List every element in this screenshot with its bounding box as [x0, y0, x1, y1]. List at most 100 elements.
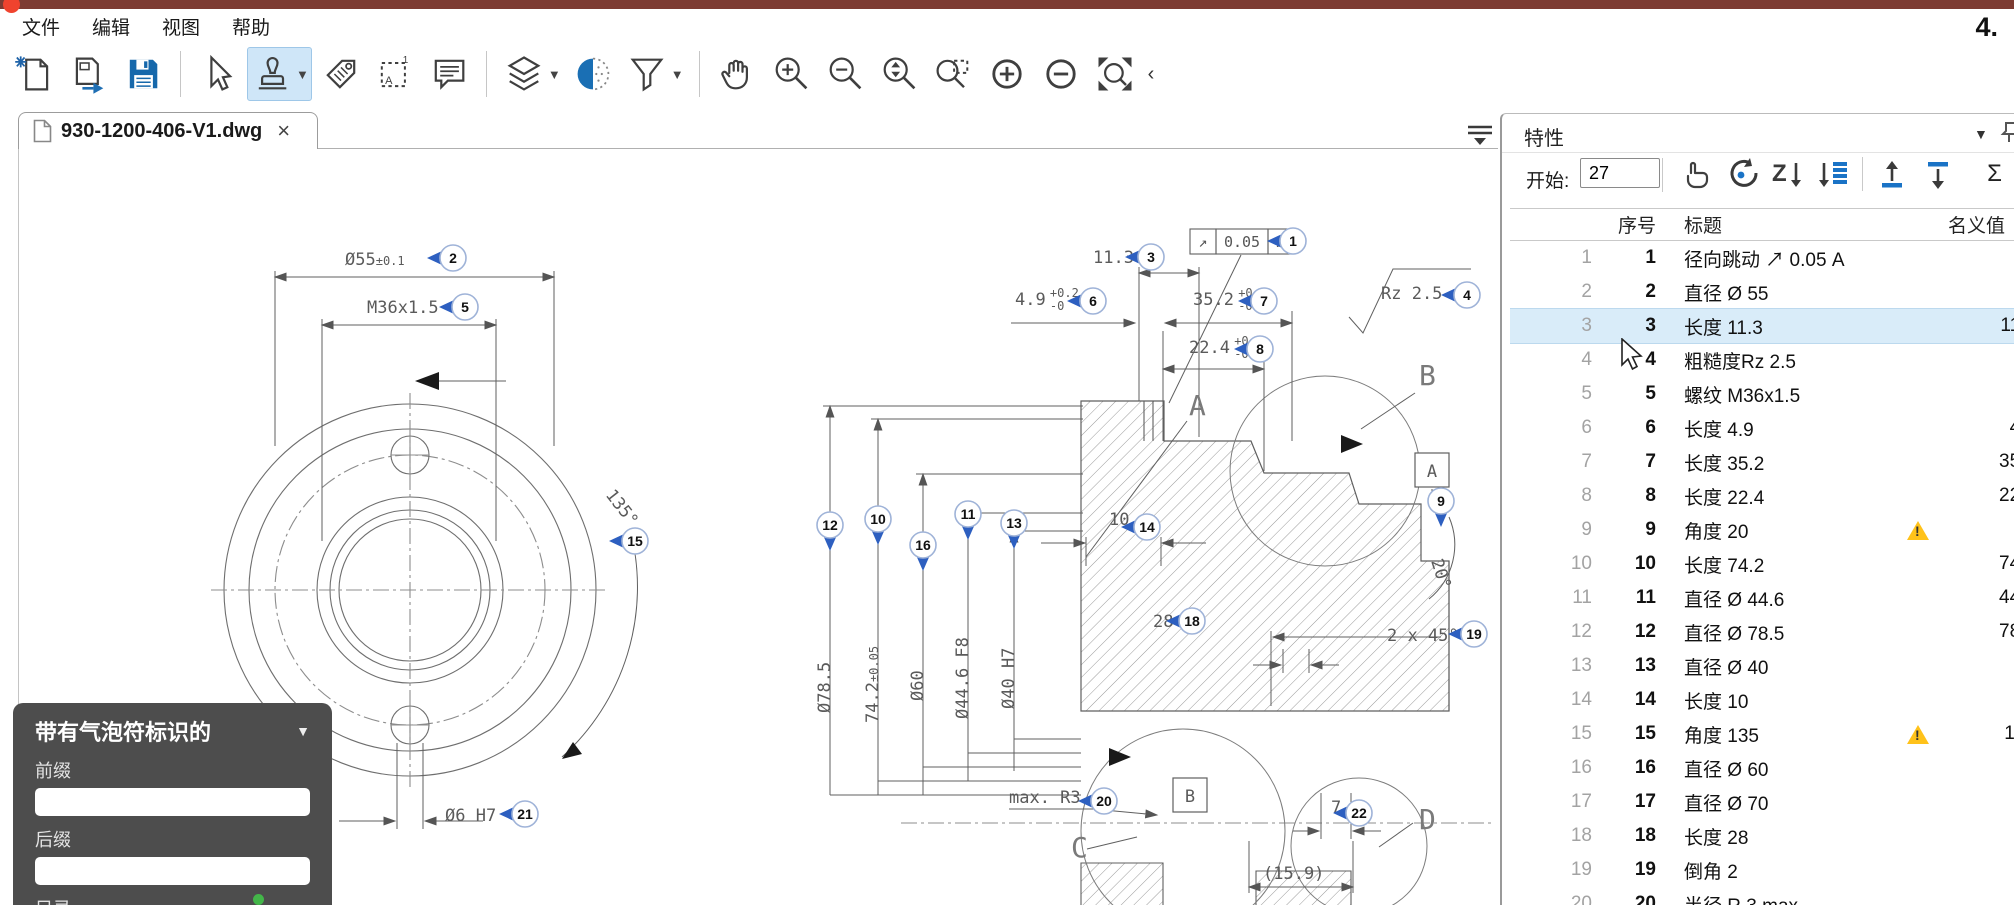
table-row-18[interactable]: 1818长度 2828 — [1510, 819, 2014, 853]
contrast-button[interactable] — [568, 47, 618, 101]
dimension-text[interactable]: Rz 2.5 — [1381, 284, 1442, 304]
dimension-text[interactable]: (15.9) — [1263, 864, 1324, 884]
dimension-text[interactable]: Ø40 H7 — [999, 648, 1019, 709]
dimension-text[interactable]: 2 x 45° — [1387, 626, 1459, 646]
collapse-button[interactable] — [1036, 47, 1086, 101]
zoom-fit-button[interactable] — [1090, 47, 1140, 101]
table-row-2[interactable]: 22直径 Ø 5555 — [1510, 275, 2014, 309]
sum-button[interactable]: Σ — [1987, 160, 2002, 188]
balloon-11[interactable]: 11 — [955, 501, 981, 540]
dimension-text[interactable]: Ø6 H7 — [445, 806, 496, 826]
dimension-text[interactable]: 35.2 — [1193, 290, 1234, 310]
sort-list-tool[interactable] — [1812, 154, 1854, 194]
balloon-16[interactable]: 16 — [910, 532, 936, 571]
dimension-text[interactable]: max. R3 — [1009, 788, 1081, 808]
panel-collapse-icon[interactable]: ▼ — [296, 723, 310, 739]
dimension-text[interactable]: 135° — [601, 486, 642, 531]
balloon-13[interactable]: 13 — [1001, 510, 1027, 549]
datum-label-B[interactable]: B — [1173, 778, 1207, 812]
table-row-13[interactable]: 1313直径 Ø 4040 — [1510, 649, 2014, 683]
toolbar-overflow-icon[interactable]: ‹ — [1148, 63, 1155, 86]
table-row-15[interactable]: 1515角度 135135 — [1510, 717, 2014, 751]
table-row-16[interactable]: 1616直径 Ø 6060 — [1510, 751, 2014, 785]
balloon-9[interactable]: 9 — [1428, 488, 1454, 527]
menu-item-3[interactable]: 视图 — [162, 13, 200, 40]
table-row-20[interactable]: 2020半径 R 3 max. — [1510, 887, 2014, 905]
column-header-title[interactable]: 标题 — [1666, 211, 1898, 238]
panel-pin-icon[interactable] — [2000, 120, 2014, 144]
table-row-3[interactable]: 33长度 11.311.3 — [1510, 309, 2014, 343]
move-bottom-tool[interactable] — [1917, 154, 1959, 194]
dimension-text[interactable]: C — [1071, 831, 1088, 864]
balloon-2[interactable]: 2 — [427, 245, 466, 271]
table-row-10[interactable]: 1010长度 74.274.2 — [1510, 547, 2014, 581]
menu-item-2[interactable]: 编辑 — [92, 13, 130, 40]
table-row-14[interactable]: 1414长度 1010 — [1510, 683, 2014, 717]
dimension-text[interactable]: Ø78.5 — [815, 662, 835, 713]
chevron-down-icon[interactable]: ▼ — [548, 67, 561, 82]
balloon-20[interactable]: 20 — [1078, 788, 1117, 814]
properties-collapse-icon[interactable]: ▼ — [1974, 126, 1988, 142]
dimension-text[interactable]: Ø55±0.1 — [345, 250, 405, 270]
region-select-button[interactable] — [370, 47, 420, 101]
start-number-input[interactable] — [1580, 158, 1660, 188]
canvas-menu-icon[interactable] — [1466, 124, 1494, 146]
table-row-12[interactable]: 1212直径 Ø 78.578.5 — [1510, 615, 2014, 649]
chevron-down-icon[interactable]: ▼ — [671, 67, 684, 82]
dimension-text[interactable]: A — [1189, 389, 1206, 422]
balloon-10[interactable]: 10 — [865, 506, 891, 545]
balloon-4[interactable]: 4 — [1441, 282, 1480, 308]
dimension-text[interactable]: B — [1419, 359, 1436, 392]
balloon-5[interactable]: 5 — [439, 294, 478, 320]
table-row-4[interactable]: 44粗糙度Rz 2.5 — [1510, 343, 2014, 377]
zoom-extents-button[interactable] — [874, 47, 924, 101]
dimension-text[interactable]: D — [1419, 803, 1436, 836]
table-row-19[interactable]: 1919倒角 22 — [1510, 853, 2014, 887]
comment-button[interactable] — [424, 47, 474, 101]
dimension-text[interactable]: 22.4 — [1189, 338, 1230, 358]
table-row-6[interactable]: 66长度 4.94.9 — [1510, 411, 2014, 445]
move-top-tool[interactable] — [1871, 154, 1913, 194]
datum-label-A[interactable]: A — [1415, 453, 1449, 487]
column-header-no[interactable]: 序号 — [1602, 211, 1666, 238]
document-tab[interactable]: 930-1200-406-V1.dwg × — [18, 112, 318, 149]
zoom-in-button[interactable] — [766, 47, 816, 101]
table-row-7[interactable]: 77长度 35.235.2 — [1510, 445, 2014, 479]
open-file-button[interactable] — [64, 47, 114, 101]
dimension-text[interactable]: Ø60 — [908, 670, 928, 701]
dimension-text[interactable]: 4.9 — [1015, 290, 1046, 310]
balloon-15[interactable]: 15 — [609, 528, 648, 554]
zoom-window-button[interactable] — [928, 47, 978, 101]
tab-close-icon[interactable]: × — [277, 118, 290, 144]
expand-button[interactable] — [982, 47, 1032, 101]
prefix-input[interactable] — [35, 788, 310, 816]
pan-button[interactable] — [712, 47, 762, 101]
table-row-9[interactable]: 99角度 2020 — [1510, 513, 2014, 547]
table-row-17[interactable]: 1717直径 Ø 7070 — [1510, 785, 2014, 819]
table-row-11[interactable]: 1111直径 Ø 44.644.6 — [1510, 581, 2014, 615]
save-button[interactable] — [118, 47, 168, 101]
table-row-1[interactable]: 11径向跳动 ↗ 0.05 A — [1510, 241, 2014, 275]
zoom-out-button[interactable] — [820, 47, 870, 101]
balloon-21[interactable]: 21 — [499, 801, 538, 827]
dimension-text[interactable]: 74.2±0.05 — [863, 646, 883, 723]
filter-button[interactable]: ▼ — [622, 47, 687, 101]
sort-sequence-tool[interactable] — [1766, 154, 1808, 194]
chevron-down-icon[interactable]: ▼ — [296, 67, 309, 82]
new-file-button[interactable] — [10, 47, 60, 101]
dimension-text[interactable]: Ø44.6 F8 — [953, 637, 973, 719]
layers-button[interactable]: ▼ — [499, 47, 564, 101]
dimension-text[interactable]: M36x1.5 — [367, 298, 439, 318]
menu-item-1[interactable]: 文件 — [22, 13, 60, 40]
balloon-stamp-button[interactable]: ▼ — [247, 47, 312, 101]
menu-item-4[interactable]: 帮助 — [232, 13, 270, 40]
balloon-12[interactable]: 12 — [817, 512, 843, 551]
suffix-input[interactable] — [35, 857, 310, 885]
table-row-8[interactable]: 88长度 22.422.4 — [1510, 479, 2014, 513]
balloon-1[interactable]: 1 — [1267, 228, 1306, 254]
select-tool-button[interactable] — [193, 47, 243, 101]
table-row-5[interactable]: 55螺纹 M36x1.5 — [1510, 377, 2014, 411]
column-header-nominal[interactable]: 名义值 — [1938, 211, 2014, 238]
pick-hand-tool[interactable] — [1674, 154, 1716, 194]
renumber-tool[interactable] — [1720, 154, 1762, 194]
